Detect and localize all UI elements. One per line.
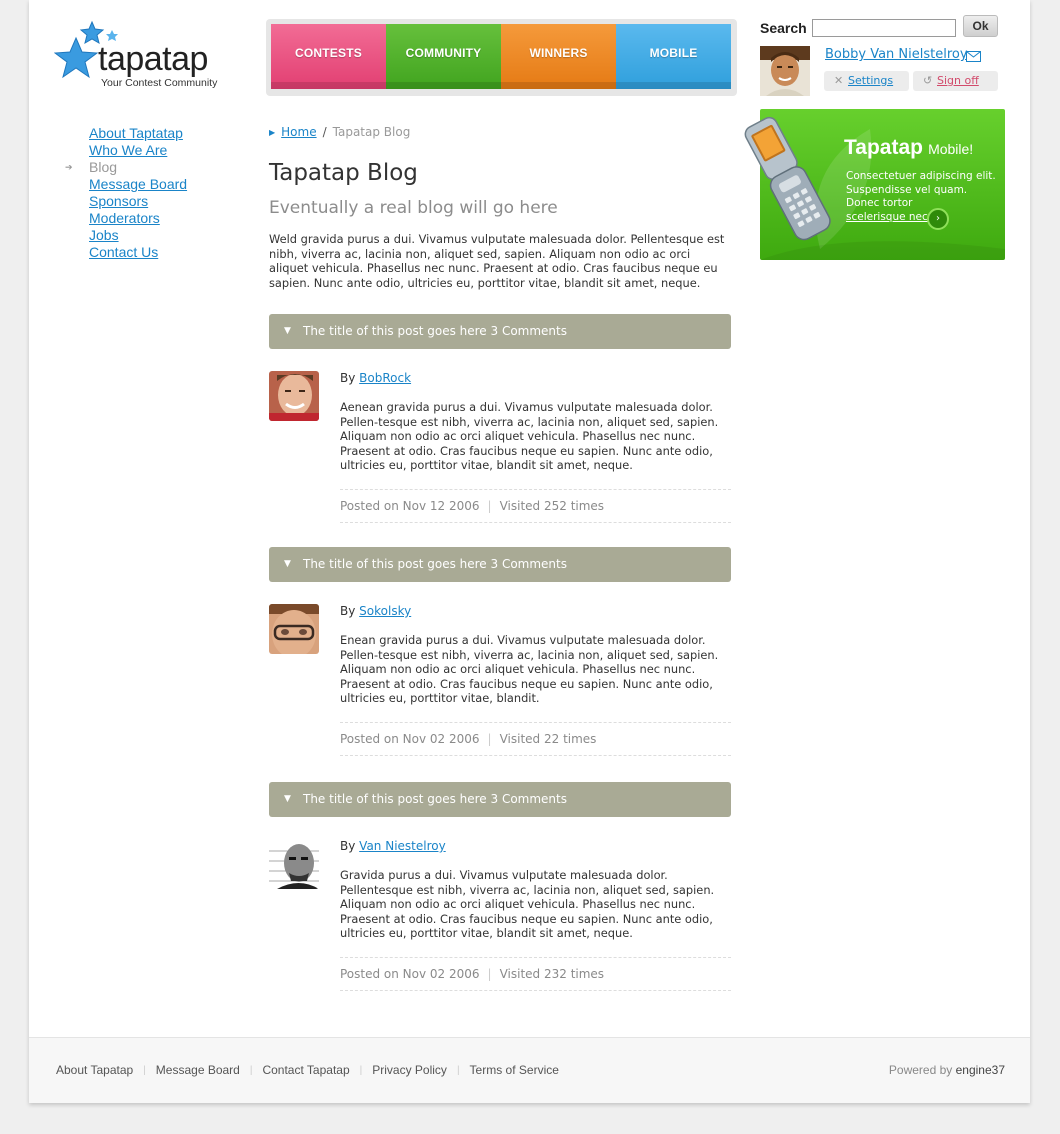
tab-contests[interactable]: CONTESTS xyxy=(271,24,386,89)
promo-brand: Tapatap xyxy=(844,136,923,159)
author-link[interactable]: BobRock xyxy=(359,371,411,385)
post-byline: By BobRock xyxy=(340,371,411,385)
tab-winners[interactable]: WINNERS xyxy=(501,24,616,89)
footer-link-terms[interactable]: Terms of Service xyxy=(470,1063,559,1077)
sidebar-item-who-we-are[interactable]: Who We Are xyxy=(89,142,167,158)
mobile-promo-banner[interactable]: Tapatap Mobile! Consectetuer adipiscing … xyxy=(744,109,1005,260)
sidebar-item-contact[interactable]: Contact Us xyxy=(89,244,158,260)
user-name-link[interactable]: Bobby Van Nielstelroy xyxy=(825,47,968,62)
signoff-pill[interactable]: ↺ Sign off xyxy=(913,71,998,91)
post-meta: Posted on Nov 12 2006 | Visited 252 times xyxy=(340,489,731,523)
sidebar-menu: About Taptatap Who We Are ➔ Blog Message … xyxy=(65,125,187,261)
footer: About Tapatap | Message Board | Contact Ta… xyxy=(29,1037,1030,1103)
settings-x-icon: ✕ xyxy=(834,74,844,87)
author-avatar[interactable] xyxy=(269,839,319,889)
post-visits: Visited 232 times xyxy=(499,967,605,981)
author-avatar[interactable] xyxy=(269,371,319,421)
breadcrumb-current: Tapatap Blog xyxy=(332,125,411,139)
promo-suffix: Mobile! xyxy=(928,141,974,157)
breadcrumb-home[interactable]: Home xyxy=(281,125,316,139)
author-link[interactable]: Sokolsky xyxy=(359,604,411,618)
promo-text: Consectetuer adipiscing elit. Suspendiss… xyxy=(846,170,996,224)
logo-wordmark: tapatap xyxy=(98,40,208,78)
post-visits: Visited 22 times xyxy=(499,732,597,746)
go-arrow-icon[interactable]: › xyxy=(927,208,949,230)
post-date: Posted on Nov 12 2006 xyxy=(340,499,480,513)
footer-link-contact[interactable]: Contact Tapatap xyxy=(262,1063,349,1077)
post-visits: Visited 252 times xyxy=(499,499,605,513)
powered-by[interactable]: Powered by engine37 xyxy=(889,1063,1005,1077)
post-byline: By Sokolsky xyxy=(340,604,411,618)
main-nav: CONTESTS COMMUNITY WINNERS MOBILE xyxy=(266,19,737,96)
promo-title: Tapatap Mobile! xyxy=(844,136,973,160)
signoff-link[interactable]: Sign off xyxy=(937,71,979,91)
by-prefix: By xyxy=(340,371,356,385)
current-arrow-icon: ➔ xyxy=(65,162,73,172)
post-meta: Posted on Nov 02 2006 | Visited 22 times xyxy=(340,722,731,756)
promo-text-body: Consectetuer adipiscing elit. Suspendiss… xyxy=(846,170,996,209)
post-title: The title of this post goes here 3 Comme… xyxy=(303,792,567,806)
breadcrumb-separator: / xyxy=(322,125,327,139)
post-header[interactable]: ▼ The title of this post goes here 3 Comm… xyxy=(269,782,731,817)
sidebar-item-jobs[interactable]: Jobs xyxy=(89,227,119,243)
intro-paragraph: Weld gravida purus a dui. Vivamus vulput… xyxy=(269,232,725,290)
page-title: Tapatap Blog xyxy=(269,160,418,186)
settings-link[interactable]: Settings xyxy=(848,71,893,91)
triangle-down-icon: ▼ xyxy=(284,559,291,569)
search-label: Search xyxy=(760,20,807,36)
tab-community[interactable]: COMMUNITY xyxy=(386,24,501,89)
post-meta: Posted on Nov 02 2006 | Visited 232 times xyxy=(340,957,731,991)
search-ok-button[interactable]: Ok xyxy=(963,15,998,37)
user-avatar[interactable] xyxy=(760,46,810,96)
phone-image xyxy=(744,116,831,241)
triangle-down-icon: ▼ xyxy=(284,794,291,804)
post-body: Aenean gravida purus a dui. Vivamus vulp… xyxy=(340,400,719,472)
tab-mobile[interactable]: MOBILE xyxy=(616,24,731,89)
footer-links: About Tapatap | Message Board | Contact Ta… xyxy=(56,1063,559,1077)
author-avatar[interactable] xyxy=(269,604,319,654)
page-subtitle: Eventually a real blog will go here xyxy=(269,198,558,218)
footer-link-about[interactable]: About Tapatap xyxy=(56,1063,133,1077)
powered-prefix: Powered by xyxy=(888,1063,953,1077)
sidebar-item-about[interactable]: About Taptatap xyxy=(89,125,183,141)
footer-link-message-board[interactable]: Message Board xyxy=(156,1063,240,1077)
signoff-icon: ↺ xyxy=(923,74,933,87)
powered-brand: engine37 xyxy=(955,1063,1005,1077)
logo-tagline: Your Contest Community xyxy=(101,77,218,89)
mail-icon[interactable] xyxy=(966,51,981,62)
triangle-down-icon: ▼ xyxy=(284,326,291,336)
post-title: The title of this post goes here 3 Comme… xyxy=(303,324,567,338)
by-prefix: By xyxy=(340,604,356,618)
arrow-right-icon: ▶ xyxy=(269,128,276,137)
promo-link[interactable]: scelerisque nec xyxy=(846,211,928,223)
author-link[interactable]: Van Niestelroy xyxy=(359,839,446,853)
search-input[interactable] xyxy=(812,19,956,37)
post-byline: By Van Niestelroy xyxy=(340,839,446,853)
sidebar-item-moderators[interactable]: Moderators xyxy=(89,210,160,226)
settings-pill[interactable]: ✕ Settings xyxy=(824,71,909,91)
post-body: Enean gravida purus a dui. Vivamus vulpu… xyxy=(340,633,719,705)
breadcrumb: ▶ Home / Tapatap Blog xyxy=(269,125,410,139)
post-title: The title of this post goes here 3 Comme… xyxy=(303,557,567,571)
footer-link-privacy[interactable]: Privacy Policy xyxy=(372,1063,447,1077)
post-body: Gravida purus a dui. Vivamus vulputate m… xyxy=(340,868,715,940)
logo[interactable]: tapatap Your Contest Community xyxy=(54,20,229,92)
post-date: Posted on Nov 02 2006 xyxy=(340,732,480,746)
post-header[interactable]: ▼ The title of this post goes here 3 Comm… xyxy=(269,314,731,349)
page-container: tapatap Your Contest Community CONTESTS … xyxy=(29,0,1030,1103)
sidebar-item-blog[interactable]: Blog xyxy=(89,159,117,175)
sidebar-item-sponsors[interactable]: Sponsors xyxy=(89,193,148,209)
sidebar-item-message-board[interactable]: Message Board xyxy=(89,176,187,192)
post-header[interactable]: ▼ The title of this post goes here 3 Comm… xyxy=(269,547,731,582)
by-prefix: By xyxy=(340,839,356,853)
post-date: Posted on Nov 02 2006 xyxy=(340,967,480,981)
